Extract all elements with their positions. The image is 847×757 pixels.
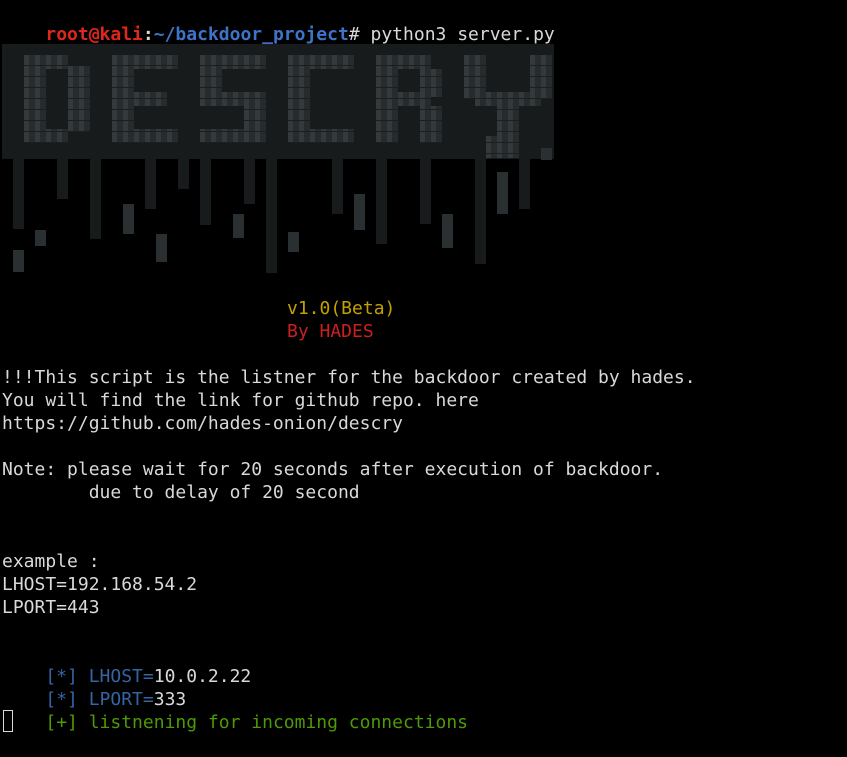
terminal-cursor[interactable] bbox=[3, 710, 13, 732]
terminal-window[interactable]: root@kali:~/backdoor_project# python3 se… bbox=[2, 0, 847, 756]
example-lport: LPORT=443 bbox=[2, 597, 100, 618]
example-header: example : bbox=[2, 551, 100, 572]
banner-author: By HADES bbox=[287, 321, 374, 342]
shell-prompt-line: root@kali:~/backdoor_project# python3 se… bbox=[2, 0, 554, 45]
status-listen-text: listnening for incoming connections bbox=[77, 712, 469, 733]
status-lhost-line: [*] LHOST=10.0.2.22 bbox=[2, 642, 251, 687]
descry-ascii-logo bbox=[2, 44, 554, 273]
intro-line-1: !!!This script is the listner for the ba… bbox=[2, 367, 696, 388]
prompt-user-host: root@kali bbox=[45, 24, 143, 45]
prompt-command: python3 server.py bbox=[359, 24, 555, 45]
prompt-symbol: # bbox=[348, 24, 360, 45]
prompt-separator: : bbox=[142, 24, 154, 45]
note-line-1: Note: please wait for 20 seconds after e… bbox=[2, 459, 664, 480]
example-lhost: LHOST=192.168.54.2 bbox=[2, 574, 198, 595]
note-line-2: due to delay of 20 second bbox=[2, 482, 360, 503]
intro-line-2: You will find the link for github repo. … bbox=[2, 390, 479, 411]
prompt-path: ~/backdoor_project bbox=[153, 24, 349, 45]
status-listening-line: [+] listnening for incoming connections bbox=[2, 688, 468, 733]
github-link: https://github.com/hades-onion/descry bbox=[2, 413, 403, 434]
status-listen-marker: [+] bbox=[45, 712, 78, 733]
banner-version: v1.0(Beta) bbox=[287, 298, 396, 319]
status-lport-line: [*] LPORT=333 bbox=[2, 665, 186, 710]
